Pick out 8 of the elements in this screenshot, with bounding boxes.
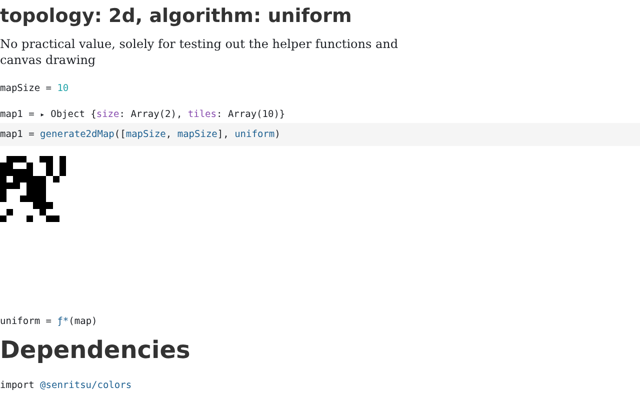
pixel-map-drawing xyxy=(0,156,66,222)
code-line: uniform = ƒ*(map) xyxy=(0,316,98,327)
page-title: topology: 2d, algorithm: uniform xyxy=(0,4,353,28)
code-line: map1 = ▸ Object {size: Array(2), tiles: Array(10)} xyxy=(0,109,286,120)
code-line: import @senritsu/colors xyxy=(0,380,133,391)
description-text: No practical value, solely for testing out the helper functions and canvas drawing xyxy=(0,36,400,68)
code-line: mapSize = 10 xyxy=(0,83,70,94)
section-heading: Dependencies xyxy=(0,335,192,365)
